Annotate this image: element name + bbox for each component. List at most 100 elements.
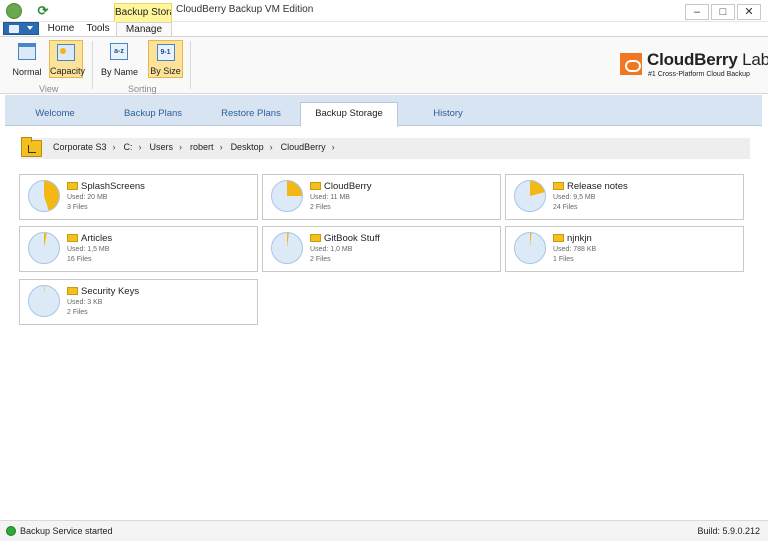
folder-icon xyxy=(67,287,78,295)
capacity-pie-icon xyxy=(28,232,60,264)
folder-icon xyxy=(553,234,564,242)
sort-by-name-icon: a-z xyxy=(110,43,128,60)
tab-backup-storage[interactable]: Backup Storage xyxy=(300,102,398,127)
status-ok-icon xyxy=(6,526,16,536)
folder-name: njnkjn xyxy=(567,233,592,244)
brand-name-light: Lab xyxy=(737,50,768,69)
main-nav: Welcome Backup Plans Restore Plans Backu… xyxy=(5,95,762,127)
capacity-pie-icon xyxy=(271,232,303,264)
minimize-button[interactable]: – xyxy=(685,4,709,20)
breadcrumb-item[interactable]: CloudBerry xyxy=(281,142,326,152)
capacity-pie-icon xyxy=(514,180,546,212)
folder-card[interactable]: Release notes Used: 9,5 MB 24 Files xyxy=(505,174,744,220)
folder-used: Used: 788 KB xyxy=(553,246,597,253)
tab-backup-plans[interactable]: Backup Plans xyxy=(119,105,187,126)
capacity-pie-icon xyxy=(28,285,60,317)
sorting-group-label: Sorting xyxy=(128,84,157,94)
breadcrumb-item[interactable]: C: xyxy=(124,142,133,152)
capacity-pie-icon xyxy=(28,180,60,212)
brand-name: CloudBerry Lab xyxy=(647,50,768,70)
folder-card[interactable]: Security Keys Used: 3 KB 2 Files xyxy=(19,279,258,325)
file-menu-button[interactable] xyxy=(3,22,39,35)
breadcrumb-item[interactable]: Desktop xyxy=(231,142,264,152)
tab-history[interactable]: History xyxy=(418,105,478,126)
status-text: Backup Service started xyxy=(20,526,113,536)
ribbon-tab-manage[interactable]: Manage xyxy=(116,22,172,37)
ribbon: Normal Capacity a-z By Name 9-1 By Size … xyxy=(0,36,768,94)
folder-name: Articles xyxy=(81,233,113,244)
folder-name: Release notes xyxy=(567,181,628,192)
folder-icon xyxy=(553,182,564,190)
file-menu-icon xyxy=(9,25,19,33)
brand-name-bold: CloudBerry xyxy=(647,50,738,69)
folder-up-icon[interactable] xyxy=(21,137,42,157)
app-menu-icon[interactable] xyxy=(6,3,22,19)
folder-name: SplashScreens xyxy=(81,181,145,192)
chevron-right-icon: › xyxy=(112,142,116,152)
refresh-icon[interactable]: ⟳ xyxy=(35,3,51,19)
folder-icon xyxy=(310,234,321,242)
close-button[interactable]: ✕ xyxy=(737,4,761,20)
folder-icon xyxy=(310,182,321,190)
ribbon-tab-tools[interactable]: Tools xyxy=(82,22,114,36)
sort-by-size-icon: 9-1 xyxy=(156,44,175,61)
view-group-label: View xyxy=(39,84,59,94)
normal-view-label: Normal xyxy=(12,67,42,77)
folder-files: 2 Files xyxy=(310,256,331,263)
folder-used: Used: 11 MB xyxy=(310,194,350,201)
ribbon-group-separator xyxy=(190,41,191,89)
title-bar: ⟳ Backup Storage CloudBerry Backup VM Ed… xyxy=(0,0,768,22)
chevron-right-icon: › xyxy=(219,142,223,152)
ribbon-tab-home[interactable]: Home xyxy=(44,22,78,36)
folder-files: 1 Files xyxy=(553,256,574,263)
normal-view-button[interactable]: Normal xyxy=(12,40,42,78)
normal-view-icon xyxy=(18,43,36,60)
folder-card[interactable]: Articles Used: 1,5 MB 16 Files xyxy=(19,226,258,272)
capacity-view-label: Capacity xyxy=(50,66,86,76)
breadcrumb-item[interactable]: Users xyxy=(150,142,174,152)
folder-files: 3 Files xyxy=(67,204,88,211)
sort-by-size-label: By Size xyxy=(150,66,181,76)
cloudberry-logo-icon xyxy=(620,53,642,75)
chevron-right-icon: › xyxy=(331,142,335,152)
folder-name: Security Keys xyxy=(81,286,140,297)
sort-by-size-button[interactable]: 9-1 By Size xyxy=(148,40,183,78)
folder-name: GitBook Stuff xyxy=(324,233,380,244)
folder-files: 2 Files xyxy=(67,309,88,316)
breadcrumb-path: Corporate S3 › C: › Users › robert › Desktop… xyxy=(53,142,343,152)
breadcrumb-item[interactable]: Corporate S3 xyxy=(53,142,107,152)
maximize-button[interactable]: □ xyxy=(711,4,735,20)
tab-restore-plans[interactable]: Restore Plans xyxy=(217,105,285,126)
folder-icon xyxy=(67,182,78,190)
folder-card[interactable]: CloudBerry Used: 11 MB 2 Files xyxy=(262,174,501,220)
chevron-right-icon: › xyxy=(179,142,183,152)
folder-files: 2 Files xyxy=(310,204,331,211)
folder-card[interactable]: GitBook Stuff Used: 1,0 MB 2 Files xyxy=(262,226,501,272)
tab-welcome[interactable]: Welcome xyxy=(25,105,85,126)
folder-used: Used: 3 KB xyxy=(67,299,103,306)
build-version: Build: 5.9.0.212 xyxy=(697,526,760,536)
context-tab-label: Backup Storage xyxy=(114,3,172,22)
sort-by-name-button[interactable]: a-z By Name xyxy=(101,40,138,78)
breadcrumb: Corporate S3 › C: › Users › robert › Desktop… xyxy=(21,137,750,159)
brand-tagline: #1 Cross-Platform Cloud Backup xyxy=(648,71,750,78)
capacity-pie-icon xyxy=(271,180,303,212)
folder-used: Used: 1,5 MB xyxy=(67,246,110,253)
folder-icon xyxy=(67,234,78,242)
ribbon-tab-row: Home Tools Manage xyxy=(0,22,768,37)
folder-card[interactable]: SplashScreens Used: 20 MB 3 Files xyxy=(19,174,258,220)
folder-name: CloudBerry xyxy=(324,181,372,192)
ribbon-group-separator xyxy=(92,41,93,89)
capacity-view-icon xyxy=(57,44,75,61)
breadcrumb-item[interactable]: robert xyxy=(190,142,214,152)
status-bar: Backup Service started Build: 5.9.0.212 xyxy=(0,520,768,541)
window-title: CloudBerry Backup VM Edition xyxy=(176,4,314,15)
capacity-view-button[interactable]: Capacity xyxy=(49,40,86,78)
capacity-pie-icon xyxy=(514,232,546,264)
folder-files: 16 Files xyxy=(67,256,92,263)
chevron-right-icon: › xyxy=(138,142,142,152)
chevron-right-icon: › xyxy=(269,142,273,152)
folder-used: Used: 20 MB xyxy=(67,194,108,201)
folder-card[interactable]: njnkjn Used: 788 KB 1 Files xyxy=(505,226,744,272)
chevron-down-icon xyxy=(27,26,33,30)
